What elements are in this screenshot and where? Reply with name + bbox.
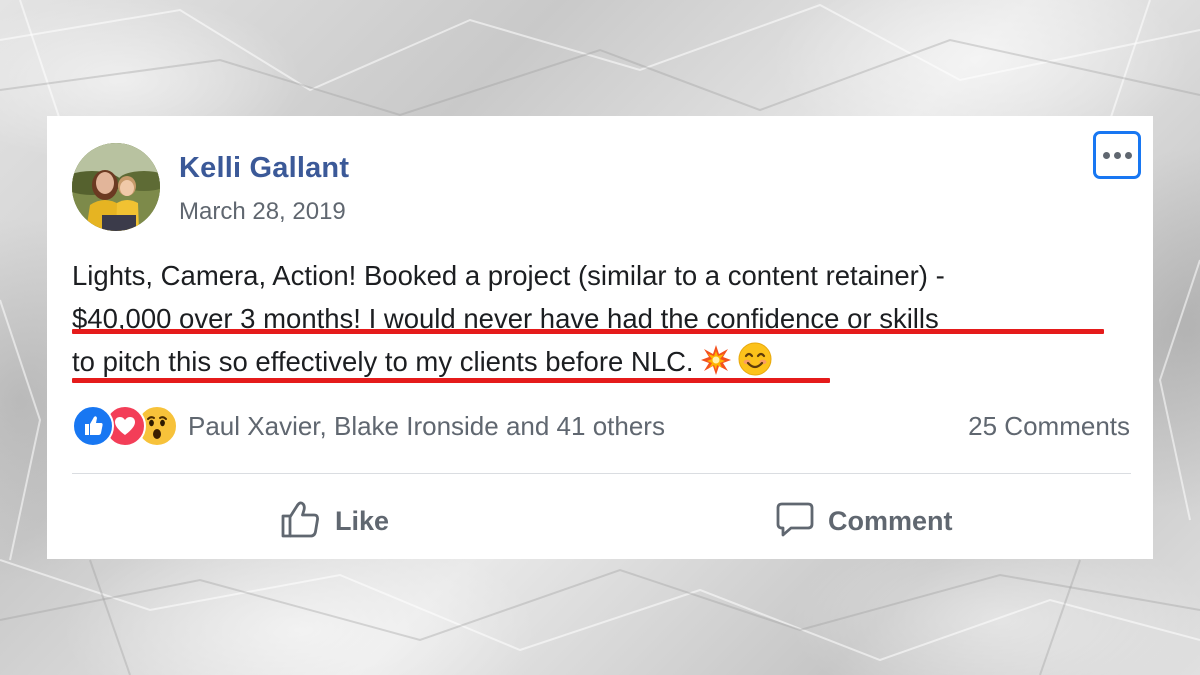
thumbs-up-icon	[279, 497, 323, 546]
highlight-underline-line-2	[72, 329, 1104, 334]
comments-count-link[interactable]: 25 Comments	[968, 411, 1130, 442]
post-text-line-3-text: to pitch this so effectively to my clien…	[72, 346, 694, 377]
more-options-button[interactable]	[1093, 131, 1141, 179]
like-reaction-icon	[72, 405, 114, 447]
like-button-label: Like	[335, 505, 390, 536]
more-options-icon	[1102, 151, 1110, 159]
highlight-underline-line-3	[72, 378, 830, 383]
comment-bubble-icon	[774, 498, 816, 545]
avatar[interactable]	[72, 143, 160, 231]
more-options-icon-dot	[1113, 151, 1121, 159]
reactors-summary-text: Paul Xavier, Blake Ironside and 41 other…	[188, 410, 665, 441]
post-text: Lights, Camera, Action! Booked a project…	[72, 254, 1132, 383]
author-name[interactable]: Kelli Gallant	[179, 152, 349, 185]
more-options-icon-dot	[1124, 151, 1132, 159]
comment-button[interactable]: Comment	[774, 498, 953, 544]
comment-button-label: Comment	[828, 505, 953, 536]
facebook-post-card: Kelli Gallant March 28, 2019 Lights, Cam…	[47, 116, 1153, 559]
actions-divider	[72, 473, 1131, 474]
reactions-summary[interactable]: Paul Xavier, Blake Ironside and 41 other…	[72, 404, 665, 448]
post-text-line-3: to pitch this so effectively to my clien…	[72, 340, 1132, 383]
post-text-line-1: Lights, Camera, Action! Booked a project…	[72, 260, 945, 291]
like-button[interactable]: Like	[279, 498, 389, 544]
post-date[interactable]: March 28, 2019	[179, 198, 346, 226]
